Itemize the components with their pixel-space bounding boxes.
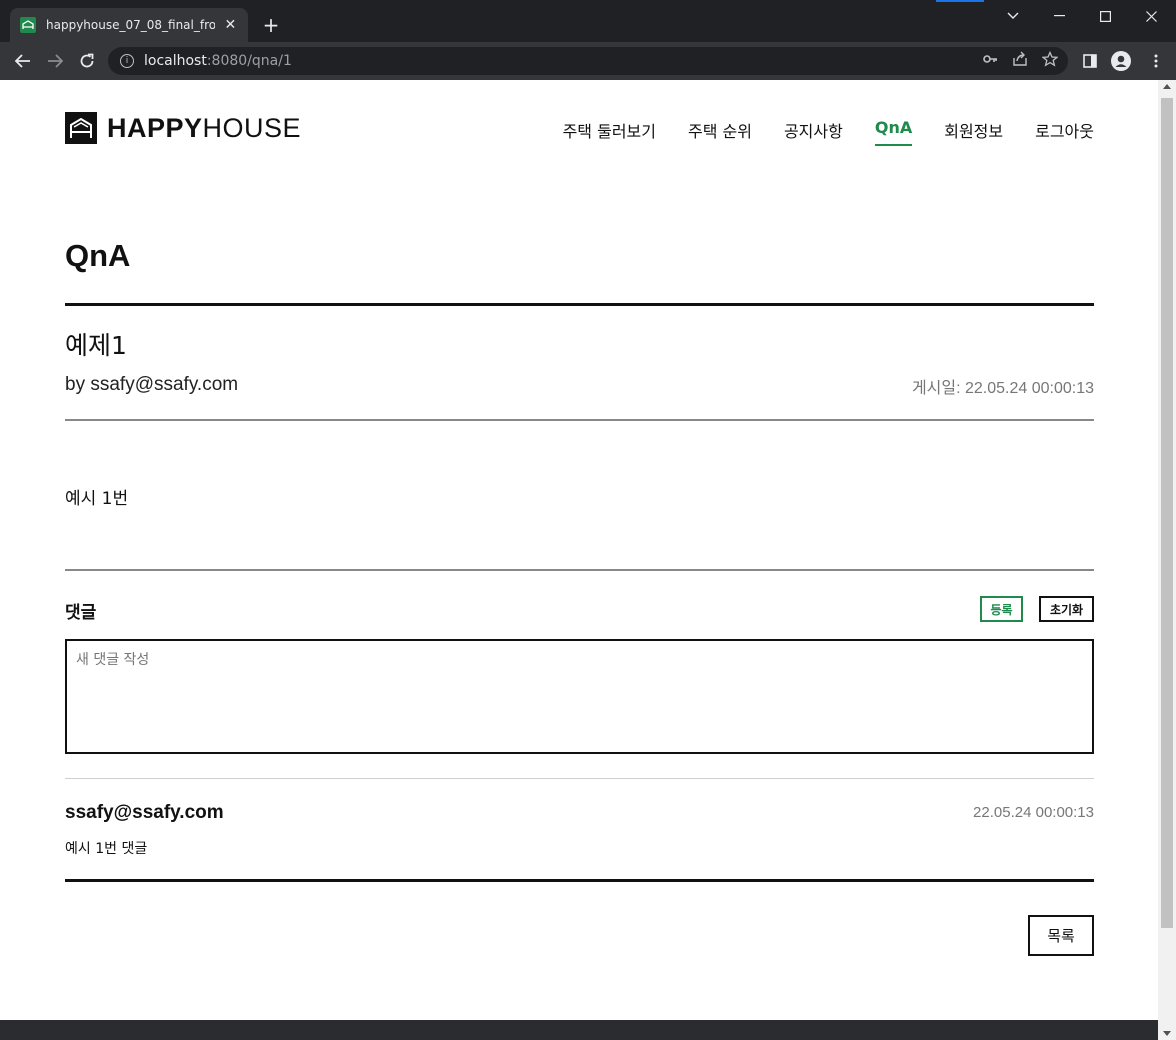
nav-item-logout[interactable]: 로그아웃 xyxy=(1035,118,1094,146)
tab-strip-accent xyxy=(936,0,984,2)
comments-end-divider xyxy=(65,879,1094,882)
nav-item-house-ranking[interactable]: 주택 순위 xyxy=(688,118,752,146)
nav-item-member-info[interactable]: 회원정보 xyxy=(944,118,1003,146)
post-body: 예시 1번 xyxy=(65,489,129,509)
share-icon[interactable] xyxy=(1012,51,1028,67)
comment-register-button[interactable]: 등록 xyxy=(980,596,1023,622)
browser-menu-icon[interactable] xyxy=(1146,51,1166,71)
new-tab-button[interactable]: + xyxy=(260,14,282,36)
comments-heading: 댓글 xyxy=(65,603,97,623)
profile-avatar-icon[interactable] xyxy=(1111,51,1131,71)
reload-icon[interactable] xyxy=(77,51,97,71)
url-path: :8080/qna/1 xyxy=(206,53,292,69)
page-title: QnA xyxy=(65,238,131,273)
url-host: localhost xyxy=(144,53,207,69)
scroll-down-icon[interactable] xyxy=(1163,1031,1171,1036)
post-date: 게시일: 22.05.24 00:00:13 xyxy=(911,380,1094,397)
window-close-icon[interactable] xyxy=(1128,0,1174,32)
comment-author: ssafy@ssafy.com xyxy=(65,802,224,823)
post-header-divider xyxy=(65,419,1094,421)
nav-item-notice[interactable]: 공지사항 xyxy=(784,118,843,146)
key-icon[interactable] xyxy=(982,51,998,67)
side-panel-icon[interactable] xyxy=(1080,51,1100,71)
post-title: 예제1 xyxy=(65,331,127,360)
site-logo[interactable]: HAPPYHOUSE xyxy=(65,112,301,144)
comment-body: 예시 1번 댓글 xyxy=(65,841,148,857)
post-body-divider xyxy=(65,569,1094,571)
tab-title: happyhouse_07_08_final_frontend xyxy=(46,18,215,32)
browser-tab[interactable]: happyhouse_07_08_final_frontend ✕ xyxy=(10,8,248,42)
page-scrollbar[interactable] xyxy=(1158,80,1176,1040)
browser-toolbar: i localhost:8080/qna/1 xyxy=(0,42,1176,80)
logo-wordmark: HAPPYHOUSE xyxy=(107,113,301,144)
happyhouse-favicon-icon xyxy=(20,17,36,33)
close-tab-icon[interactable]: ✕ xyxy=(223,17,238,33)
site-info-icon[interactable]: i xyxy=(120,54,134,68)
new-comment-input[interactable] xyxy=(65,639,1094,754)
logo-bold-text: HAPPY xyxy=(107,112,203,143)
forward-icon[interactable] xyxy=(45,51,65,71)
window-bottom-edge xyxy=(0,1020,1158,1040)
logo-light-text: HOUSE xyxy=(202,112,302,143)
minimize-icon[interactable] xyxy=(1036,0,1082,32)
main-nav: 주택 둘러보기 주택 순위 공지사항 QnA 회원정보 로그아웃 xyxy=(563,118,1094,146)
house-logo-icon xyxy=(65,112,97,144)
comment-date: 22.05.24 00:00:13 xyxy=(973,804,1094,821)
nav-item-house-browse[interactable]: 주택 둘러보기 xyxy=(563,118,656,146)
address-bar[interactable]: i localhost:8080/qna/1 xyxy=(108,47,1068,75)
bookmark-star-icon[interactable] xyxy=(1042,51,1058,67)
back-to-list-button[interactable]: 목록 xyxy=(1028,915,1094,956)
scrollbar-thumb[interactable] xyxy=(1161,98,1173,928)
nav-item-qna[interactable]: QnA xyxy=(874,118,913,146)
maximize-icon[interactable] xyxy=(1082,0,1128,32)
page-viewport: HAPPYHOUSE 주택 둘러보기 주택 순위 공지사항 QnA 회원정보 로… xyxy=(0,80,1158,1020)
browser-tab-strip: happyhouse_07_08_final_frontend ✕ + xyxy=(0,0,1176,42)
comment-list-divider xyxy=(65,778,1094,779)
title-divider xyxy=(65,303,1094,306)
comment-reset-button[interactable]: 초기화 xyxy=(1039,596,1094,622)
site-header: HAPPYHOUSE 주택 둘러보기 주택 순위 공지사항 QnA 회원정보 로… xyxy=(65,110,1094,146)
scroll-up-icon[interactable] xyxy=(1163,84,1171,89)
back-icon[interactable] xyxy=(13,51,33,71)
tab-search-icon[interactable] xyxy=(990,0,1036,32)
post-author: by ssafy@ssafy.com xyxy=(65,374,239,395)
